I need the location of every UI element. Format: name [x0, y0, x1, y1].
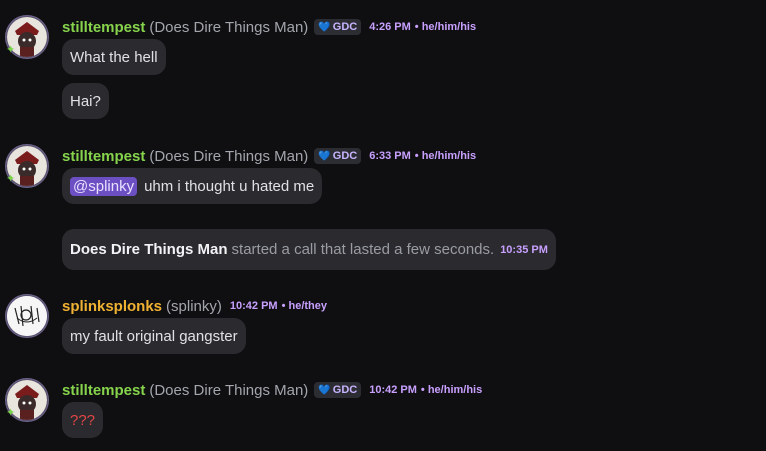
guild-tag-label: GDC — [332, 384, 358, 396]
avatar[interactable] — [5, 294, 49, 338]
message-bubble[interactable]: What the hell — [62, 39, 166, 75]
username[interactable]: splinksplonks — [62, 298, 162, 315]
heart-icon: 💙 — [318, 21, 331, 33]
call-system-message[interactable]: Does Dire Things Man started a call that… — [62, 229, 556, 270]
user-mention[interactable]: @splinky — [70, 176, 138, 196]
timestamp[interactable]: 10:42 PM — [230, 300, 278, 312]
guild-tag[interactable]: 💙 GDC — [314, 382, 362, 398]
message-text: What the hell — [70, 48, 158, 66]
message-bubble[interactable]: my fault original gangster — [62, 318, 246, 354]
avatar[interactable]: ✦ — [5, 378, 49, 422]
username[interactable]: stilltempest — [62, 19, 145, 36]
message-text: ??? — [70, 411, 96, 429]
guild-tag-label: GDC — [332, 150, 358, 162]
avatar[interactable]: ✦ — [5, 15, 49, 59]
message-bubble[interactable]: Hai? — [62, 83, 109, 119]
star-badge-icon: ✦ — [6, 173, 16, 185]
guild-tag[interactable]: 💙 GDC — [314, 19, 362, 35]
avatar[interactable]: ✦ — [5, 144, 49, 188]
message-text: Hai? — [70, 92, 101, 110]
call-user[interactable]: Does Dire Things Man — [70, 241, 228, 258]
call-text: started a call that lasted a few seconds… — [231, 241, 495, 258]
pronouns: • he/they — [281, 300, 327, 312]
guild-tag[interactable]: 💙 GDC — [314, 148, 362, 164]
call-timestamp[interactable]: 10:35 PM — [500, 244, 548, 256]
pronouns: • he/him/his — [414, 150, 477, 162]
timestamp[interactable]: 6:33 PM — [369, 150, 411, 162]
display-name: (Does Dire Things Man) — [149, 381, 309, 399]
message-bubble[interactable]: ??? — [62, 402, 104, 438]
pronouns: • he/him/his — [420, 384, 483, 396]
timestamp[interactable]: 10:42 PM — [369, 384, 417, 396]
message-text: uhm i thought u hated me — [144, 177, 315, 195]
guild-tag-label: GDC — [332, 21, 358, 33]
message-bubble[interactable]: @splinky uhm i thought u hated me — [62, 168, 323, 204]
display-name: (Does Dire Things Man) — [149, 147, 309, 165]
username[interactable]: stilltempest — [62, 148, 145, 165]
heart-icon: 💙 — [318, 150, 331, 162]
avatar-splinksplonks-icon — [7, 296, 47, 336]
star-badge-icon: ✦ — [6, 407, 16, 419]
pronouns: • he/him/his — [414, 21, 477, 33]
timestamp[interactable]: 4:26 PM — [369, 21, 411, 33]
message-text: my fault original gangster — [70, 327, 238, 345]
heart-icon: 💙 — [318, 384, 331, 396]
star-badge-icon: ✦ — [6, 44, 16, 56]
display-name: (Does Dire Things Man) — [149, 18, 309, 36]
username[interactable]: stilltempest — [62, 382, 145, 399]
display-name: (splinky) — [166, 297, 222, 315]
